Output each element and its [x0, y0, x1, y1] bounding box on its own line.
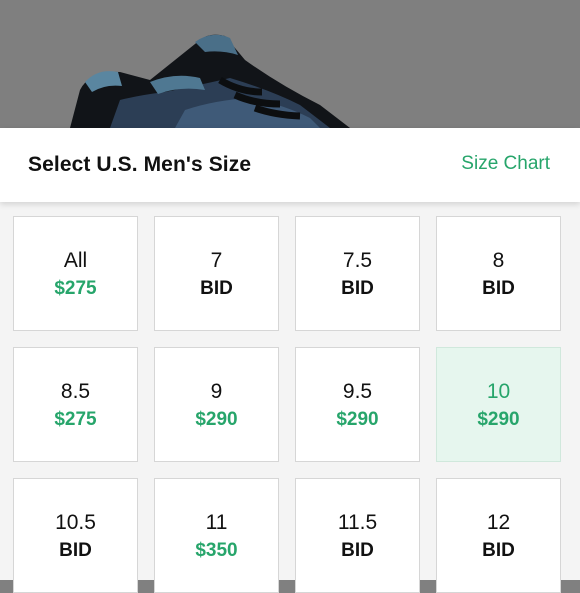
size-price: $290 [336, 409, 379, 430]
size-selector-sheet: Select U.S. Men's Size Size Chart All $27… [0, 128, 580, 593]
size-label: 8.5 [60, 380, 91, 403]
size-option-11-5[interactable]: 11.5 BID [295, 478, 420, 593]
page-title: Select U.S. Men's Size [28, 153, 252, 176]
size-label: All [63, 249, 88, 272]
bid-label: BID [341, 540, 374, 561]
size-option-9-5[interactable]: 9.5 $290 [295, 347, 420, 462]
size-option-12[interactable]: 12 BID [436, 478, 561, 593]
size-option-7[interactable]: 7 BID [154, 216, 279, 331]
size-option-all[interactable]: All $275 [13, 216, 138, 331]
size-price: $275 [54, 409, 97, 430]
size-option-9[interactable]: 9 $290 [154, 347, 279, 462]
size-price: $290 [477, 409, 520, 430]
sheet-header: Select U.S. Men's Size Size Chart [0, 128, 580, 202]
size-option-7-5[interactable]: 7.5 BID [295, 216, 420, 331]
size-label: 11.5 [337, 511, 378, 534]
size-option-8-5[interactable]: 8.5 $275 [13, 347, 138, 462]
sneaker-image [70, 34, 350, 128]
bid-label: BID [482, 278, 515, 299]
bid-label: BID [200, 278, 233, 299]
size-label: 8 [492, 249, 505, 272]
bid-label: BID [59, 540, 92, 561]
size-option-10[interactable]: 10 $290 [436, 347, 561, 462]
size-label: 10 [486, 380, 511, 403]
size-label: 7 [210, 249, 223, 272]
size-label: 7.5 [342, 249, 373, 272]
size-label: 11 [205, 511, 228, 534]
size-price: $275 [54, 278, 97, 299]
product-image-backdrop [0, 0, 580, 128]
size-label: 9.5 [342, 380, 373, 403]
size-label: 12 [486, 511, 511, 534]
size-chart-link[interactable]: Size Chart [461, 153, 550, 175]
size-price: $350 [195, 540, 238, 561]
size-option-10-5[interactable]: 10.5 BID [13, 478, 138, 593]
size-label: 9 [210, 380, 223, 403]
size-option-11[interactable]: 11 $350 [154, 478, 279, 593]
bid-label: BID [341, 278, 374, 299]
size-label: 10.5 [55, 511, 96, 534]
size-option-8[interactable]: 8 BID [436, 216, 561, 331]
size-price: $290 [195, 409, 238, 430]
bid-label: BID [482, 540, 515, 561]
